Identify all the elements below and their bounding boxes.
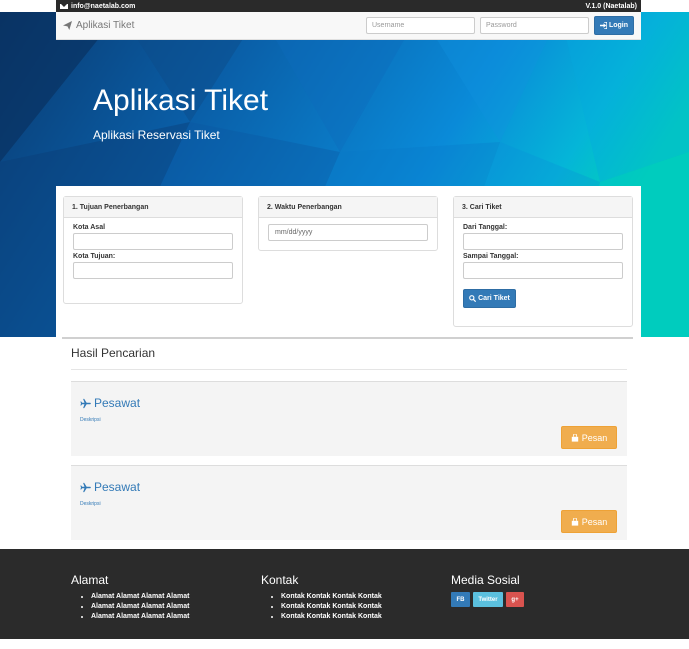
top-bar: info@naetalab.com V.1.0 (Naetalab): [56, 0, 641, 12]
plane-icon: [80, 398, 91, 408]
results-divider: [71, 369, 627, 370]
search-icon: [469, 295, 477, 302]
hero-subtitle: Aplikasi Reservasi Tiket: [93, 128, 220, 142]
envelope-icon: [60, 3, 68, 9]
result-name[interactable]: Pesawat: [80, 396, 140, 410]
footer-address-title: Alamat: [71, 573, 109, 587]
email-text: info@naetalab.com: [71, 2, 136, 10]
username-input[interactable]: Username: [366, 17, 475, 34]
book-label: Pesan: [581, 432, 608, 443]
destination-input[interactable]: [73, 262, 233, 279]
panel-search-heading: 3. Cari Tiket: [454, 197, 632, 218]
panel-date: 2. Waktu Penerbangan mm/dd/yyyy: [258, 196, 438, 251]
search-tickets-button[interactable]: Cari Tiket: [463, 289, 516, 308]
panel-search: 3. Cari Tiket Dari Tanggal: Sampai Tangg…: [453, 196, 633, 327]
login-form: Username Password Login: [366, 16, 634, 35]
list-item: Kontak Kontak Kontak Kontak: [281, 612, 382, 622]
result-name[interactable]: Pesawat: [80, 480, 140, 494]
book-button[interactable]: Pesan: [561, 426, 617, 449]
sign-in-icon: [599, 22, 607, 29]
login-button[interactable]: Login: [594, 16, 634, 35]
password-input[interactable]: Password: [480, 17, 589, 34]
result-name-label: Pesawat: [94, 396, 141, 410]
shopping-bag-icon: [571, 433, 578, 442]
facebook-button[interactable]: FB: [451, 592, 470, 607]
paper-plane-icon: [63, 21, 72, 30]
date-input[interactable]: mm/dd/yyyy: [268, 224, 428, 241]
result-name-label: Pesawat: [94, 480, 141, 494]
page: info@naetalab.com V.1.0 (Naetalab) Aplik…: [0, 0, 689, 649]
twitter-button[interactable]: Twitter: [473, 592, 503, 607]
panel-date-heading: 2. Waktu Penerbangan: [259, 197, 437, 218]
book-label: Pesan: [581, 516, 608, 527]
destination-label: Kota Tujuan:: [73, 253, 116, 260]
footer-address: Alamat Alamat Alamat Alamat Alamat Alama…: [71, 573, 189, 622]
results-title: Hasil Pencarian: [71, 346, 156, 360]
book-button[interactable]: Pesan: [561, 510, 617, 533]
result-description: Deskripsi: [80, 501, 101, 507]
divider: [62, 337, 633, 339]
from-date-input[interactable]: [463, 233, 623, 250]
shopping-bag-icon: [571, 517, 578, 526]
footer-social: Media Sosial FB Twitter g+: [451, 573, 524, 607]
version-text: V.1.0 (Naetalab): [585, 2, 638, 10]
panel-destination: 1. Tujuan Penerbangan Kota Asal Kota Tuj…: [63, 196, 243, 304]
list-item: Alamat Alamat Alamat Alamat: [91, 602, 189, 612]
navbar: Aplikasi Tiket Username Password Login: [56, 12, 641, 40]
brand-label: Aplikasi Tiket: [76, 20, 135, 31]
google-plus-button[interactable]: g+: [506, 592, 524, 607]
footer: Alamat Alamat Alamat Alamat Alamat Alama…: [0, 549, 689, 639]
brand[interactable]: Aplikasi Tiket: [63, 20, 134, 31]
plane-icon: [80, 482, 91, 492]
list-item: Alamat Alamat Alamat Alamat: [91, 612, 189, 622]
to-date-input[interactable]: [463, 262, 623, 279]
hero-title: Aplikasi Tiket: [93, 84, 269, 117]
contact-email: info@naetalab.com: [60, 3, 135, 10]
from-date-label: Dari Tanggal:: [463, 224, 508, 231]
login-label: Login: [608, 22, 629, 29]
list-item: Kontak Kontak Kontak Kontak: [281, 592, 382, 602]
search-tickets-label: Cari Tiket: [478, 295, 510, 302]
footer-contact-title: Kontak: [261, 573, 299, 587]
result-card: Pesawat Deskripsi Pesan: [71, 465, 627, 540]
origin-label: Kota Asal: [73, 224, 106, 231]
footer-contact: Kontak Kontak Kontak Kontak Kontak Konta…: [261, 573, 382, 622]
list-item: Kontak Kontak Kontak Kontak: [281, 602, 382, 612]
panel-destination-heading: 1. Tujuan Penerbangan: [64, 197, 242, 218]
list-item: Alamat Alamat Alamat Alamat: [91, 592, 189, 602]
footer-social-title: Media Sosial: [451, 573, 520, 587]
result-card: Pesawat Deskripsi Pesan: [71, 381, 627, 456]
to-date-label: Sampai Tanggal:: [463, 253, 519, 260]
result-description: Deskripsi: [80, 417, 101, 423]
origin-input[interactable]: [73, 233, 233, 250]
